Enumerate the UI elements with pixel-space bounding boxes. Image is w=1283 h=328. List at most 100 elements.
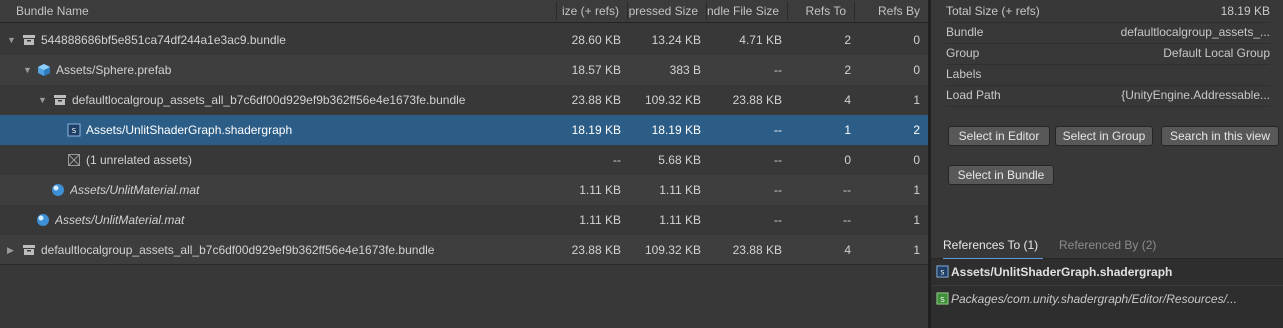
property-bundle: Bundle defaultlocalgroup_assets_... (946, 22, 1270, 43)
property-label: Group (946, 46, 980, 60)
shadergraph-icon: S (67, 123, 81, 137)
material-icon (37, 214, 49, 226)
row-refs-by: 1 (913, 213, 920, 227)
row-refs-by: 1 (913, 243, 920, 257)
row-bundle-file-size: -- (774, 213, 782, 227)
column-header-bar: Bundle Name ize (+ refs) pressed Size nd… (0, 0, 928, 23)
svg-text:S: S (940, 295, 945, 304)
row-refs-to: 2 (844, 33, 851, 47)
row-size: 28.60 KB (571, 33, 621, 47)
row-bundle-file-size: -- (774, 153, 782, 167)
row-refs-to: -- (843, 213, 851, 227)
row-size: 23.88 KB (571, 93, 621, 107)
column-header-refs-by[interactable]: Refs By (855, 0, 928, 22)
row-compressed-size: 1.11 KB (659, 213, 701, 227)
property-value: 18.19 KB (1220, 4, 1270, 18)
select-in-bundle-button[interactable]: Select in Bundle (948, 165, 1054, 185)
list-item[interactable]: S Packages/com.unity.shadergraph/Editor/… (931, 286, 1283, 312)
row-refs-by: 0 (913, 63, 920, 77)
row-size: 23.88 KB (571, 243, 621, 257)
unrelated-icon (68, 154, 80, 166)
tree-row[interactable]: Assets/UnlitMaterial.mat 1.11 KB 1.11 KB… (0, 205, 928, 235)
bundle-icon (23, 35, 35, 45)
property-label: Load Path (946, 88, 1001, 102)
expanded-arrow-icon[interactable]: ▼ (7, 25, 16, 55)
row-size: 1.11 KB (579, 183, 621, 197)
tree-row[interactable]: ▼ 544888686bf5e851ca74df244a1e3ac9.bundl… (0, 25, 928, 55)
row-compressed-size: 1.11 KB (659, 183, 701, 197)
row-refs-to: 4 (844, 243, 851, 257)
row-refs-to: -- (843, 183, 851, 197)
svg-text:S: S (72, 127, 77, 135)
expanded-arrow-icon[interactable]: ▼ (23, 55, 32, 85)
bundle-icon (54, 95, 66, 105)
row-size: 1.11 KB (579, 213, 621, 227)
tab-references-to[interactable]: References To (1) (943, 234, 1043, 260)
row-bundle-file-size: 23.88 KB (732, 93, 782, 107)
reference-name: Assets/UnlitShaderGraph.shadergraph (951, 265, 1173, 279)
property-value: Default Local Group (1163, 46, 1270, 60)
property-load-path: Load Path {UnityEngine.Addressable... (946, 85, 1270, 106)
material-icon (52, 184, 64, 196)
row-name: Assets/UnlitShaderGraph.shadergraph (86, 123, 293, 137)
property-value: {UnityEngine.Addressable... (1121, 88, 1270, 102)
row-refs-by: 1 (913, 93, 920, 107)
row-refs-by: 1 (913, 183, 920, 197)
select-in-editor-button[interactable]: Select in Editor (948, 126, 1050, 146)
tree-row[interactable]: ▼ defaultlocalgroup_assets_all_b7c6df00d… (0, 85, 928, 115)
expanded-arrow-icon[interactable]: ▼ (38, 85, 47, 115)
row-bundle-file-size: 23.88 KB (732, 243, 782, 257)
row-compressed-size: 18.19 KB (651, 123, 701, 137)
tree-row[interactable]: ▼ Assets/Sphere.prefab 18.57 KB 383 B --… (0, 55, 928, 85)
row-name: (1 unrelated assets) (86, 153, 193, 167)
tree-row[interactable]: Assets/UnlitMaterial.mat 1.11 KB 1.11 KB… (0, 175, 928, 205)
property-label: Labels (946, 67, 982, 81)
property-label: Bundle (946, 25, 984, 39)
column-header-bundle-file-size[interactable]: ndle File Size (707, 0, 787, 22)
row-refs-to: 0 (844, 153, 851, 167)
row-refs-by: 2 (913, 123, 920, 137)
property-group: Group Default Local Group (946, 43, 1270, 64)
shadergraph-icon: S (936, 265, 949, 278)
list-item[interactable]: S Assets/UnlitShaderGraph.shadergraph (931, 259, 1283, 285)
row-refs-by: 0 (913, 153, 920, 167)
bundle-tree-view: Bundle Name ize (+ refs) pressed Size nd… (0, 0, 928, 328)
row-bundle-file-size: -- (774, 123, 782, 137)
prefab-icon (38, 64, 50, 76)
row-name: 544888686bf5e851ca74df244a1e3ac9.bundle (41, 33, 286, 47)
tree-row-selected[interactable]: S Assets/UnlitShaderGraph.shadergraph 18… (0, 115, 928, 145)
row-size: -- (613, 153, 621, 167)
select-in-group-button[interactable]: Select in Group (1055, 126, 1153, 146)
collapsed-arrow-icon[interactable]: ▶ (7, 235, 14, 265)
row-name: defaultlocalgroup_assets_all_b7c6df00d92… (72, 93, 466, 107)
bundle-icon (23, 245, 35, 255)
column-header-compressed-size[interactable]: pressed Size (628, 0, 706, 22)
tab-referenced-by[interactable]: Referenced By (2) (1059, 234, 1169, 258)
row-compressed-size: 13.24 KB (651, 33, 701, 47)
row-compressed-size: 109.32 KB (644, 243, 701, 257)
tree-divider (0, 264, 928, 265)
tree-row[interactable]: (1 unrelated assets) -- 5.68 KB -- 0 0 (0, 145, 928, 175)
property-label: Total Size (+ refs) (946, 4, 1040, 18)
property-labels: Labels (946, 64, 1270, 85)
column-header-refs-to[interactable]: Refs To (788, 0, 854, 22)
reference-name: Packages/com.unity.shadergraph/Editor/Re… (951, 292, 1237, 306)
row-name: Assets/UnlitMaterial.mat (55, 213, 185, 227)
row-bundle-file-size: -- (774, 63, 782, 77)
row-compressed-size: 109.32 KB (644, 93, 701, 107)
shader-icon: S (936, 292, 949, 305)
property-total-size: Total Size (+ refs) 18.19 KB (946, 1, 1270, 22)
row-name: Assets/Sphere.prefab (56, 63, 172, 77)
column-header-bundle-name[interactable]: Bundle Name (0, 0, 556, 22)
tree-row[interactable]: ▶ defaultlocalgroup_assets_all_b7c6df00d… (0, 235, 928, 265)
row-name: defaultlocalgroup_assets_all_b7c6df00d92… (41, 243, 435, 257)
row-compressed-size: 5.68 KB (658, 153, 701, 167)
search-in-this-view-button[interactable]: Search in this view (1161, 126, 1279, 146)
row-bundle-file-size: -- (774, 183, 782, 197)
property-value: defaultlocalgroup_assets_... (1120, 25, 1270, 39)
row-refs-to: 4 (844, 93, 851, 107)
row-size: 18.57 KB (571, 63, 621, 77)
column-header-size-refs[interactable]: ize (+ refs) (557, 0, 627, 22)
row-refs-by: 0 (913, 33, 920, 47)
row-size: 18.19 KB (571, 123, 621, 137)
